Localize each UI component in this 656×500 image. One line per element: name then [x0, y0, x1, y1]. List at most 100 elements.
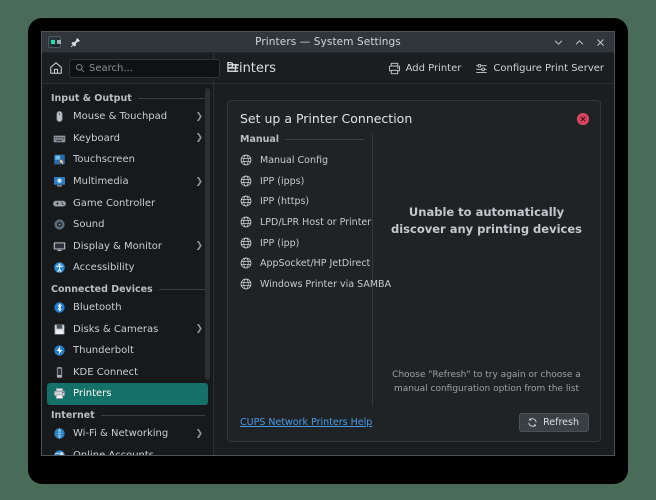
keyboard-icon [52, 131, 66, 145]
list-item[interactable]: IPP (ipps) [240, 171, 364, 192]
sidebar-item-game-controller[interactable]: Game Controller [47, 192, 208, 214]
sidebar-item-bluetooth[interactable]: Bluetooth [47, 297, 208, 319]
discovery-message-panel: Unable to automatically discover any pri… [373, 134, 600, 406]
sidebar-item-label: Touchscreen [73, 154, 135, 166]
manual-section-header: Manual [240, 134, 364, 150]
network-globe-icon [240, 257, 253, 270]
mouse-icon [52, 110, 66, 124]
divider [158, 288, 205, 290]
sidebar-item-label: Thunderbolt [73, 345, 134, 357]
sidebar-item-kde-connect[interactable]: KDE Connect [47, 362, 208, 384]
sound-icon [52, 218, 66, 232]
close-icon[interactable] [591, 34, 610, 51]
sidebar-item-label: KDE Connect [73, 366, 139, 378]
network-globe-icon [240, 237, 253, 250]
sidebar-item-printers[interactable]: Printers [47, 383, 208, 405]
list-item-label: IPP (ipps) [260, 175, 305, 187]
sidebar-item-label: Accessibility [73, 262, 135, 274]
sidebar-item-keyboard[interactable]: Keyboard ❯ [47, 128, 208, 150]
search-icon [75, 63, 85, 73]
sidebar-item-display-monitor[interactable]: Display & Monitor ❯ [47, 236, 208, 258]
list-item[interactable]: Windows Printer via SAMBA [240, 274, 391, 295]
list-item-label: LPD/LPR Host or Printer [260, 216, 372, 228]
cups-help-link[interactable]: CUPS Network Printers Help [240, 417, 372, 428]
add-printer-button[interactable]: Add Printer [388, 62, 462, 75]
list-item-label: Windows Printer via SAMBA [260, 278, 392, 290]
add-printer-label: Add Printer [405, 62, 462, 74]
sidebar-item-label: Disks & Cameras [73, 323, 159, 335]
list-item[interactable]: IPP (https) [240, 191, 364, 212]
printer-icon [52, 387, 66, 401]
sidebar-group-title: Internet [51, 409, 95, 421]
sidebar-item-label: Printers [73, 388, 112, 400]
list-item[interactable]: AppSocket/HP JetDirect [240, 253, 370, 274]
dialog-footer: CUPS Network Printers Help Refresh [228, 406, 600, 441]
sidebar-item-disks-cameras[interactable]: Disks & Cameras ❯ [47, 318, 208, 340]
sidebar-scrollbar[interactable] [205, 88, 210, 380]
print-server-icon [475, 62, 488, 75]
sidebar-item-touchscreen[interactable]: Touchscreen [47, 149, 208, 171]
sidebar-toolbar [42, 53, 239, 83]
divider [285, 139, 364, 140]
gamepad-icon [52, 196, 66, 210]
sidebar-item-label: Online Accounts [73, 450, 203, 455]
sidebar-item-sound[interactable]: Sound [47, 214, 208, 236]
sidebar-item-label: Bluetooth [73, 302, 122, 314]
close-circle-icon[interactable] [577, 112, 589, 125]
minimize-icon[interactable] [549, 34, 568, 51]
sidebar-item-accessibility[interactable]: Accessibility [47, 257, 208, 279]
monitor-icon [52, 239, 66, 253]
multimedia-icon [52, 175, 66, 189]
chevron-right-icon: ❯ [195, 176, 203, 187]
printer-add-icon [388, 62, 401, 75]
thunderbolt-icon [52, 344, 66, 358]
configure-print-server-button[interactable]: Configure Print Server [475, 62, 604, 75]
refresh-button[interactable]: Refresh [519, 413, 589, 432]
chevron-right-icon: ❯ [195, 324, 203, 335]
sidebar-item-label: Display & Monitor [73, 240, 163, 252]
home-icon[interactable] [49, 58, 63, 79]
configure-print-server-label: Configure Print Server [493, 62, 604, 74]
bluetooth-icon [52, 301, 66, 315]
sidebar-item-thunderbolt[interactable]: Thunderbolt [47, 340, 208, 362]
system-settings-window: Printers — System Settings Search... Pri… [41, 31, 615, 456]
discovery-message-primary: Unable to automatically discover any pri… [391, 205, 582, 236]
search-input[interactable] [89, 62, 214, 74]
sidebar-item-multimedia[interactable]: Multimedia ❯ [47, 171, 208, 193]
sidebar-group-header: Connected Devices [42, 279, 213, 297]
list-item-label: IPP (ipp) [260, 237, 300, 249]
sidebar-group-title: Connected Devices [51, 283, 153, 295]
online-accounts-icon [52, 448, 66, 455]
list-item-label: Manual Config [260, 154, 329, 166]
sidebar-item-wifi-networking[interactable]: Wi-Fi & Networking ❯ [47, 423, 208, 445]
window-body: Input & Output Mouse & Touchpad ❯ Keyboa… [42, 84, 614, 455]
window-title: Printers — System Settings [255, 36, 401, 48]
sidebar-item-label: Mouse & Touchpad [73, 111, 168, 123]
sidebar-item-label: Multimedia [73, 176, 129, 188]
sidebar-item-mouse-touchpad[interactable]: Mouse & Touchpad ❯ [47, 106, 208, 128]
page-title: Printers [226, 60, 277, 76]
accessibility-icon [52, 261, 66, 275]
list-item[interactable]: IPP (ipp) [240, 233, 364, 254]
printer-connection-dialog: Set up a Printer Connection Manual Manua… [227, 100, 601, 442]
list-item[interactable]: Manual Config [240, 150, 364, 171]
sidebar-item-online-accounts[interactable]: Online Accounts [47, 444, 208, 455]
list-item-label: IPP (https) [260, 196, 310, 208]
divider [137, 98, 205, 99]
list-item-label: AppSocket/HP JetDirect [260, 258, 371, 270]
chevron-right-icon: ❯ [195, 133, 203, 144]
discovery-message-hint: Choose "Refresh" to try again or choose … [392, 370, 581, 394]
list-item[interactable]: LPD/LPR Host or Printer [240, 212, 371, 233]
sidebar-group-title: Input & Output [51, 93, 132, 104]
manual-options-list: Manual Manual Config IPP (ipps) IPP (htt… [228, 134, 391, 406]
toolbar: Printers Add Printer [42, 53, 614, 84]
network-globe-icon [240, 216, 253, 229]
window-titlebar[interactable]: Printers — System Settings [42, 32, 614, 53]
search-box[interactable] [69, 58, 220, 78]
refresh-label: Refresh [543, 417, 579, 428]
pin-icon[interactable] [68, 35, 82, 49]
maximize-icon[interactable] [570, 34, 589, 51]
system-settings-icon [48, 36, 61, 48]
divider [100, 414, 205, 416]
dialog-title: Set up a Printer Connection [240, 111, 413, 126]
